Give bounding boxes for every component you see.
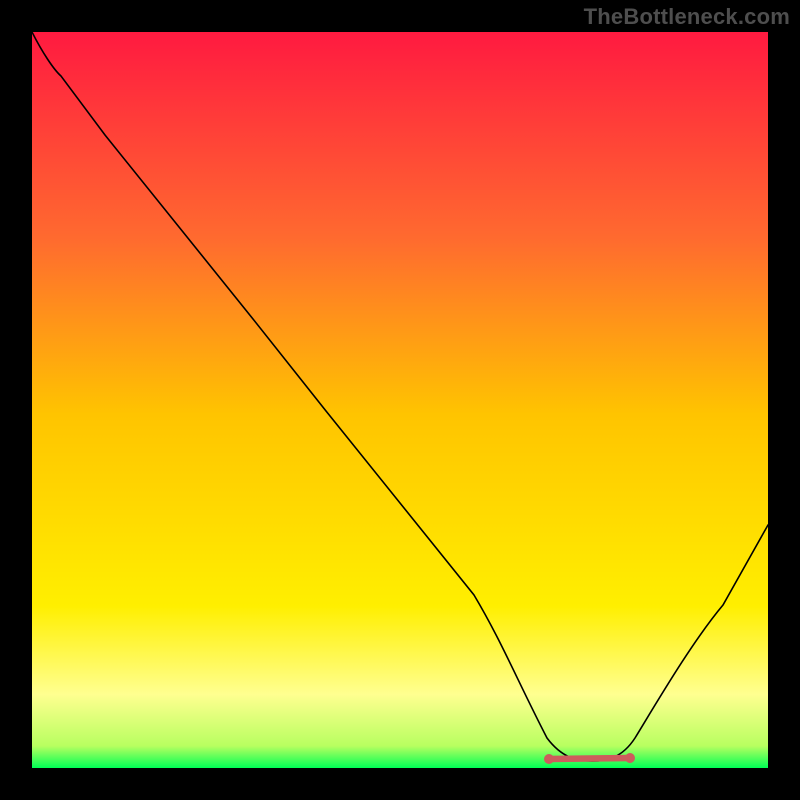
optimal-range-start-dot xyxy=(544,754,554,764)
optimal-range-end-dot xyxy=(625,753,635,763)
plot-area xyxy=(32,32,768,768)
gradient-background xyxy=(32,32,768,768)
chart-frame: TheBottleneck.com xyxy=(0,0,800,800)
chart-svg xyxy=(32,32,768,768)
watermark-text: TheBottleneck.com xyxy=(584,4,790,30)
optimal-range-marker xyxy=(549,758,630,759)
